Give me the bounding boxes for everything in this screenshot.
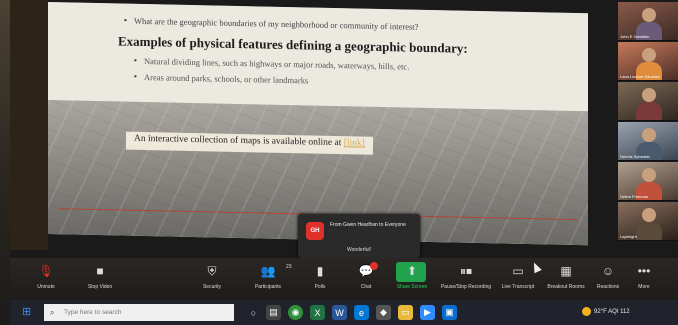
zoom-app-icon[interactable]: ▶ bbox=[420, 305, 435, 320]
chart-icon: ▮ bbox=[316, 264, 324, 278]
shared-slide: ▪ What are the geographic boundaries of … bbox=[48, 2, 588, 246]
taskbar-search-input[interactable]: ⌕ Type here to search bbox=[44, 304, 234, 321]
unmute-label: Unmute bbox=[37, 284, 55, 290]
participant-name: Lapbright bbox=[620, 234, 637, 239]
weather-tray[interactable]: 92°F AQI 112 bbox=[582, 307, 630, 316]
participant-name: John E Hamilton bbox=[620, 34, 650, 39]
pause-stop-recording-button[interactable]: ⏸⏹ Pause/Stop Recording bbox=[436, 264, 496, 290]
participant-tile[interactable]: Dennis Sylvester bbox=[618, 122, 678, 161]
chat-notification[interactable]: GH From Gwen Hearlhan to Everyone Wonder… bbox=[298, 214, 420, 258]
weather-text: 92°F AQI 112 bbox=[594, 309, 630, 316]
participant-head bbox=[642, 168, 656, 182]
participant-head bbox=[642, 88, 656, 102]
more-label: More bbox=[638, 284, 650, 290]
participant-head bbox=[642, 48, 656, 62]
pause-stop-icon: ⏸⏹ bbox=[459, 264, 472, 278]
stop-video-button[interactable]: ■ Stop Video bbox=[70, 264, 130, 290]
app-icon[interactable]: ◆ bbox=[376, 305, 391, 320]
security-button[interactable]: ⛨ Security bbox=[182, 264, 242, 290]
bullet-dot: ▪ bbox=[134, 55, 137, 65]
zoom-control-bar: 🎙 Unmute ■ Stop Video ⛨ Security 👥 Parti… bbox=[10, 258, 678, 302]
callout-text: An interactive collection of maps is ava… bbox=[134, 133, 342, 149]
callout-link[interactable]: [link] bbox=[344, 138, 365, 148]
cc-icon: ▭ bbox=[512, 264, 524, 278]
participant-tile[interactable]: Lana Lindore Sanchez bbox=[618, 42, 678, 81]
shield-icon: ⛨ bbox=[207, 264, 217, 278]
microphone-muted-icon: 🎙 bbox=[38, 264, 54, 278]
participant-tile[interactable] bbox=[618, 82, 678, 121]
search-icon: ⌕ bbox=[50, 308, 55, 317]
participant-head bbox=[642, 8, 656, 22]
unmute-button[interactable]: 🎙 Unmute bbox=[16, 264, 76, 290]
people-icon: 👥 bbox=[260, 264, 276, 278]
task-view-icon[interactable]: ○ bbox=[246, 305, 261, 320]
windows-start-icon[interactable]: ⊞ bbox=[22, 306, 34, 318]
participant-name: Debra Freeman bbox=[620, 194, 649, 199]
excel-icon[interactable]: X bbox=[310, 305, 325, 320]
outlook-icon[interactable]: ▣ bbox=[442, 305, 457, 320]
bullet-dot: ▪ bbox=[134, 71, 137, 81]
left-edge-strip bbox=[10, 0, 48, 250]
chrome-icon[interactable]: ◉ bbox=[288, 305, 303, 320]
participant-head bbox=[642, 208, 656, 222]
participant-head bbox=[642, 128, 656, 142]
windows-taskbar: ⊞ ⌕ Type here to search ○ ▤ ◉ X W e ◆ ▭ … bbox=[10, 300, 678, 325]
file-explorer-icon[interactable]: ▤ bbox=[266, 305, 281, 320]
participant-gallery: John E Hamilton Lana Lindore Sanchez Den… bbox=[618, 2, 678, 252]
search-placeholder: Type here to search bbox=[64, 309, 122, 316]
participant-name: Lana Lindore Sanchez bbox=[620, 74, 661, 79]
grid-icon: ▦ bbox=[560, 264, 572, 278]
participant-tile[interactable]: Lapbright bbox=[618, 202, 678, 241]
stop-video-label: Stop Video bbox=[87, 284, 113, 290]
chat-unread-badge bbox=[370, 262, 378, 270]
participant-tile[interactable]: Debra Freeman bbox=[618, 162, 678, 201]
participant-name: Dennis Sylvester bbox=[620, 154, 651, 159]
edge-icon[interactable]: e bbox=[354, 305, 369, 320]
participant-tile[interactable]: John E Hamilton bbox=[618, 2, 678, 41]
bullet-dot: ▪ bbox=[124, 15, 127, 25]
participant-body bbox=[636, 222, 662, 240]
notification-sender: From Gwen Hearlhan to Everyone bbox=[330, 222, 406, 228]
participant-body bbox=[636, 102, 662, 120]
sender-avatar: GH bbox=[306, 222, 324, 240]
notification-message: Wonderful! bbox=[346, 247, 372, 253]
camera-icon: ■ bbox=[96, 264, 104, 278]
sun-icon bbox=[582, 307, 591, 316]
more-icon: ••• bbox=[637, 264, 651, 278]
share-screen-label: Share Screen bbox=[396, 284, 428, 290]
participants-label: Participants bbox=[254, 284, 282, 290]
folder-icon[interactable]: ▭ bbox=[398, 305, 413, 320]
slide-text-area bbox=[48, 2, 588, 112]
share-icon: ⬆ bbox=[406, 264, 418, 278]
more-button[interactable]: ••• More bbox=[614, 264, 674, 290]
pause-stop-recording-label: Pause/Stop Recording bbox=[440, 284, 492, 290]
share-screen-button[interactable]: ⬆ Share Screen bbox=[382, 264, 442, 290]
security-label: Security bbox=[202, 284, 222, 290]
word-icon[interactable]: W bbox=[332, 305, 347, 320]
